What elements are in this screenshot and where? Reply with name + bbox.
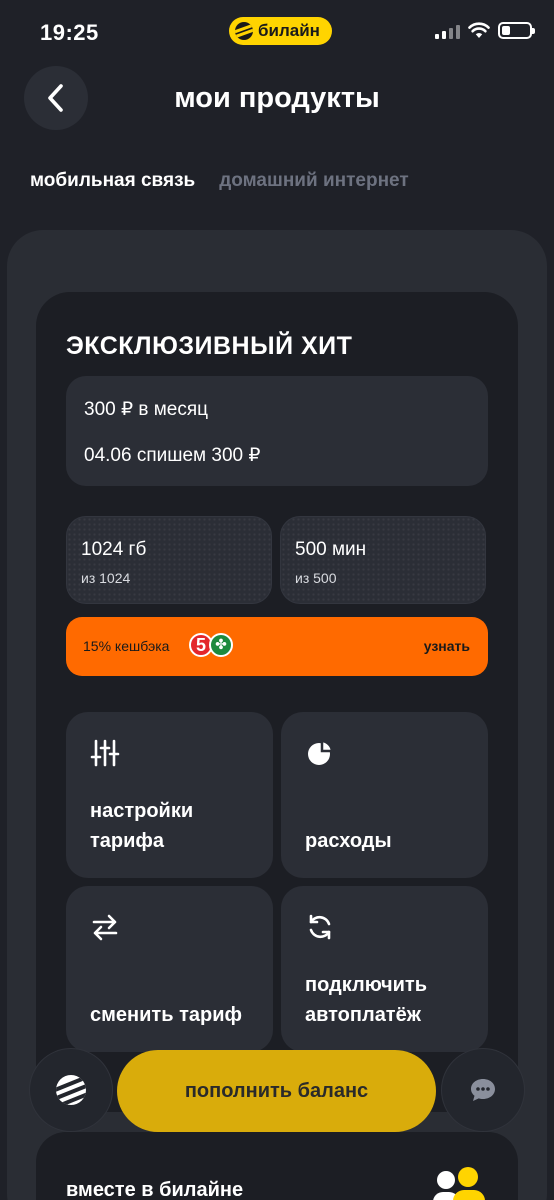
beeline-logo-icon: [235, 22, 253, 40]
wifi-icon: [468, 22, 490, 38]
people-icon: [433, 1167, 485, 1200]
partner-logo-icon: 5: [189, 633, 233, 657]
tab-mobile[interactable]: мобильная связь: [30, 170, 195, 192]
internet-quota[interactable]: 1024 гб из 1024: [66, 516, 272, 604]
together-title: вместе в билайне: [66, 1179, 244, 1200]
tile-label: настройки тарифа: [90, 800, 194, 852]
refresh-icon: [309, 914, 331, 940]
tariff-settings-tile[interactable]: настройки тарифа: [66, 712, 273, 878]
autopay-tile[interactable]: подключить автоплатёж: [281, 886, 488, 1052]
carrier-name: билайн: [258, 21, 320, 40]
quota-value: 1024 гб: [81, 539, 147, 560]
status-bar: 19:25 билайн: [0, 0, 554, 64]
tile-label: сменить тариф: [90, 1004, 242, 1026]
pie-chart-icon: [308, 739, 334, 765]
page-title: мои продукты: [174, 82, 380, 114]
system-icons: [435, 22, 535, 39]
beeline-assistant-button[interactable]: [30, 1049, 112, 1131]
quota-total: из 1024: [81, 570, 131, 586]
tariff-name[interactable]: ЭКСКЛЮЗИВНЫЙ ХИТ: [66, 332, 352, 361]
change-tariff-tile[interactable]: сменить тариф: [66, 886, 273, 1052]
tile-label: расходы: [305, 830, 392, 852]
topup-balance-button[interactable]: пополнить баланс: [117, 1050, 436, 1132]
clover-icon: [209, 633, 233, 657]
cashback-learn-link[interactable]: узнать: [424, 638, 470, 654]
carrier-badge: билайн: [229, 17, 332, 45]
minutes-quota[interactable]: 500 мин из 500: [280, 516, 486, 604]
next-charge: 04.06 спишем 300 ₽: [84, 445, 261, 466]
tile-label: подключить автоплатёж: [305, 974, 428, 1026]
product-tabs: мобильная связь домашний интернет: [30, 170, 409, 192]
beeline-logo-icon: [56, 1075, 86, 1105]
tab-home-internet[interactable]: домашний интернет: [219, 170, 408, 192]
cashback-banner[interactable]: 15% кешбэка 5 узнать: [66, 617, 488, 676]
screen: 19:25 билайн мои продукты мобильная связ…: [0, 0, 554, 1200]
chat-button[interactable]: [442, 1049, 524, 1131]
signal-icon: [435, 23, 460, 39]
chat-bubble-icon: [471, 1079, 495, 1101]
quota-value: 500 мин: [295, 539, 367, 560]
cashback-text: 15% кешбэка: [83, 638, 170, 654]
sliders-icon: [90, 739, 120, 767]
monthly-price: 300 ₽ в месяц: [84, 399, 209, 420]
status-time: 19:25: [40, 20, 99, 45]
quota-total: из 500: [295, 570, 337, 586]
price-box[interactable]: [66, 376, 488, 486]
battery-icon: [498, 22, 535, 39]
swap-arrows-icon: [92, 914, 118, 941]
expenses-tile[interactable]: расходы: [281, 712, 488, 878]
